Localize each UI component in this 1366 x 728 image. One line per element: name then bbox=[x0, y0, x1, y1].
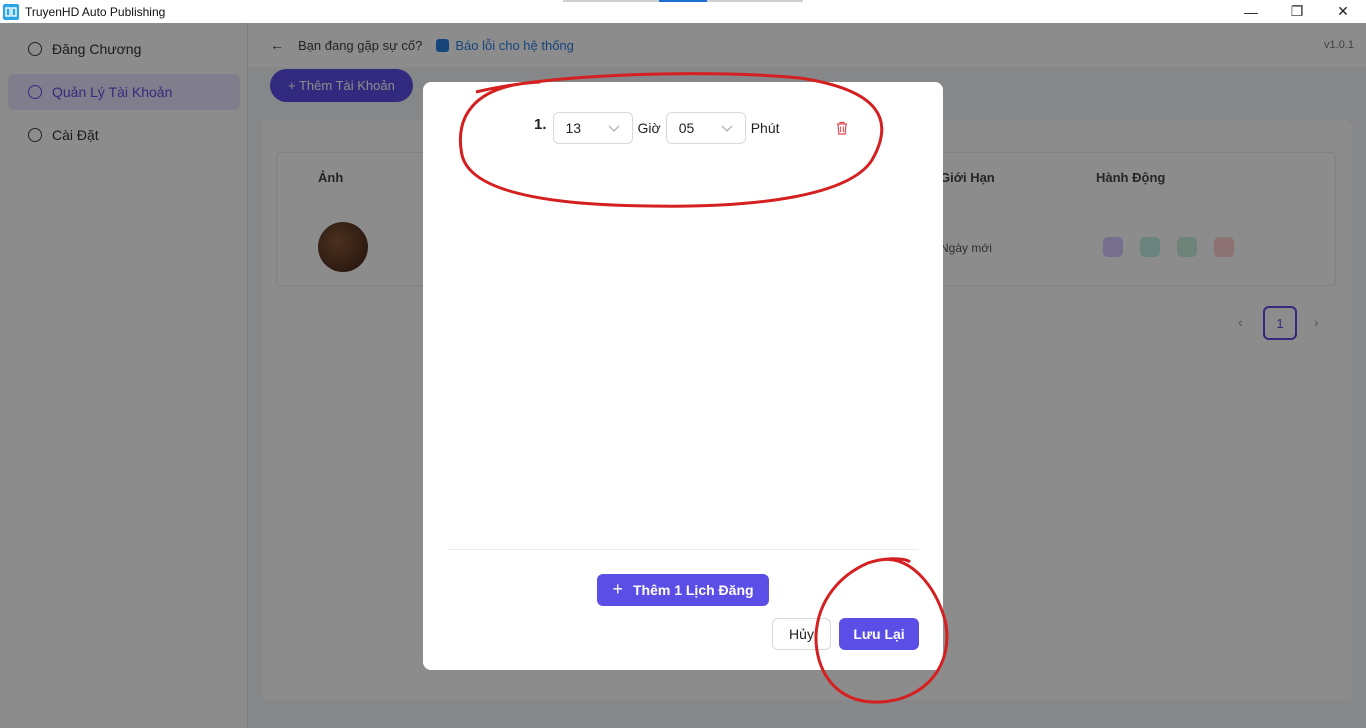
minimize-button[interactable]: — bbox=[1228, 0, 1274, 23]
hour-unit: Giờ bbox=[637, 120, 661, 136]
minute-value: 05 bbox=[678, 120, 695, 136]
modal-divider bbox=[448, 549, 918, 550]
hour-value: 13 bbox=[565, 120, 582, 136]
cancel-button[interactable]: Hủy bbox=[772, 618, 831, 650]
minute-unit: Phút bbox=[750, 120, 780, 136]
save-button[interactable]: Lưu Lại bbox=[839, 618, 919, 650]
schedule-index: 1. bbox=[534, 115, 547, 133]
trash-icon[interactable] bbox=[835, 121, 849, 135]
chevron-down-icon bbox=[721, 125, 733, 132]
app-logo-icon bbox=[3, 3, 19, 20]
close-window-button[interactable]: ✕ bbox=[1320, 0, 1366, 23]
restore-button[interactable]: ❐ bbox=[1274, 0, 1320, 23]
window-title: TruyenHD Auto Publishing bbox=[25, 4, 166, 19]
drag-region-highlight bbox=[659, 0, 707, 2]
chevron-down-icon bbox=[608, 125, 619, 132]
schedule-modal: 1. 13 Giờ 05 Phút + Thêm 1 Lịch Đăng Hủy… bbox=[423, 82, 943, 670]
schedule-row: 1. 13 Giờ 05 Phút bbox=[534, 112, 849, 144]
add-schedule-button[interactable]: + Thêm 1 Lịch Đăng bbox=[597, 574, 769, 606]
window-controls: — ❐ ✕ bbox=[1228, 0, 1366, 23]
minute-select[interactable]: 05 bbox=[665, 112, 746, 144]
title-bar: TruyenHD Auto Publishing — ❐ ✕ bbox=[0, 0, 1366, 23]
hour-select[interactable]: 13 bbox=[552, 112, 633, 144]
add-schedule-label: Thêm 1 Lịch Đăng bbox=[632, 582, 754, 598]
plus-icon: + bbox=[612, 578, 623, 599]
